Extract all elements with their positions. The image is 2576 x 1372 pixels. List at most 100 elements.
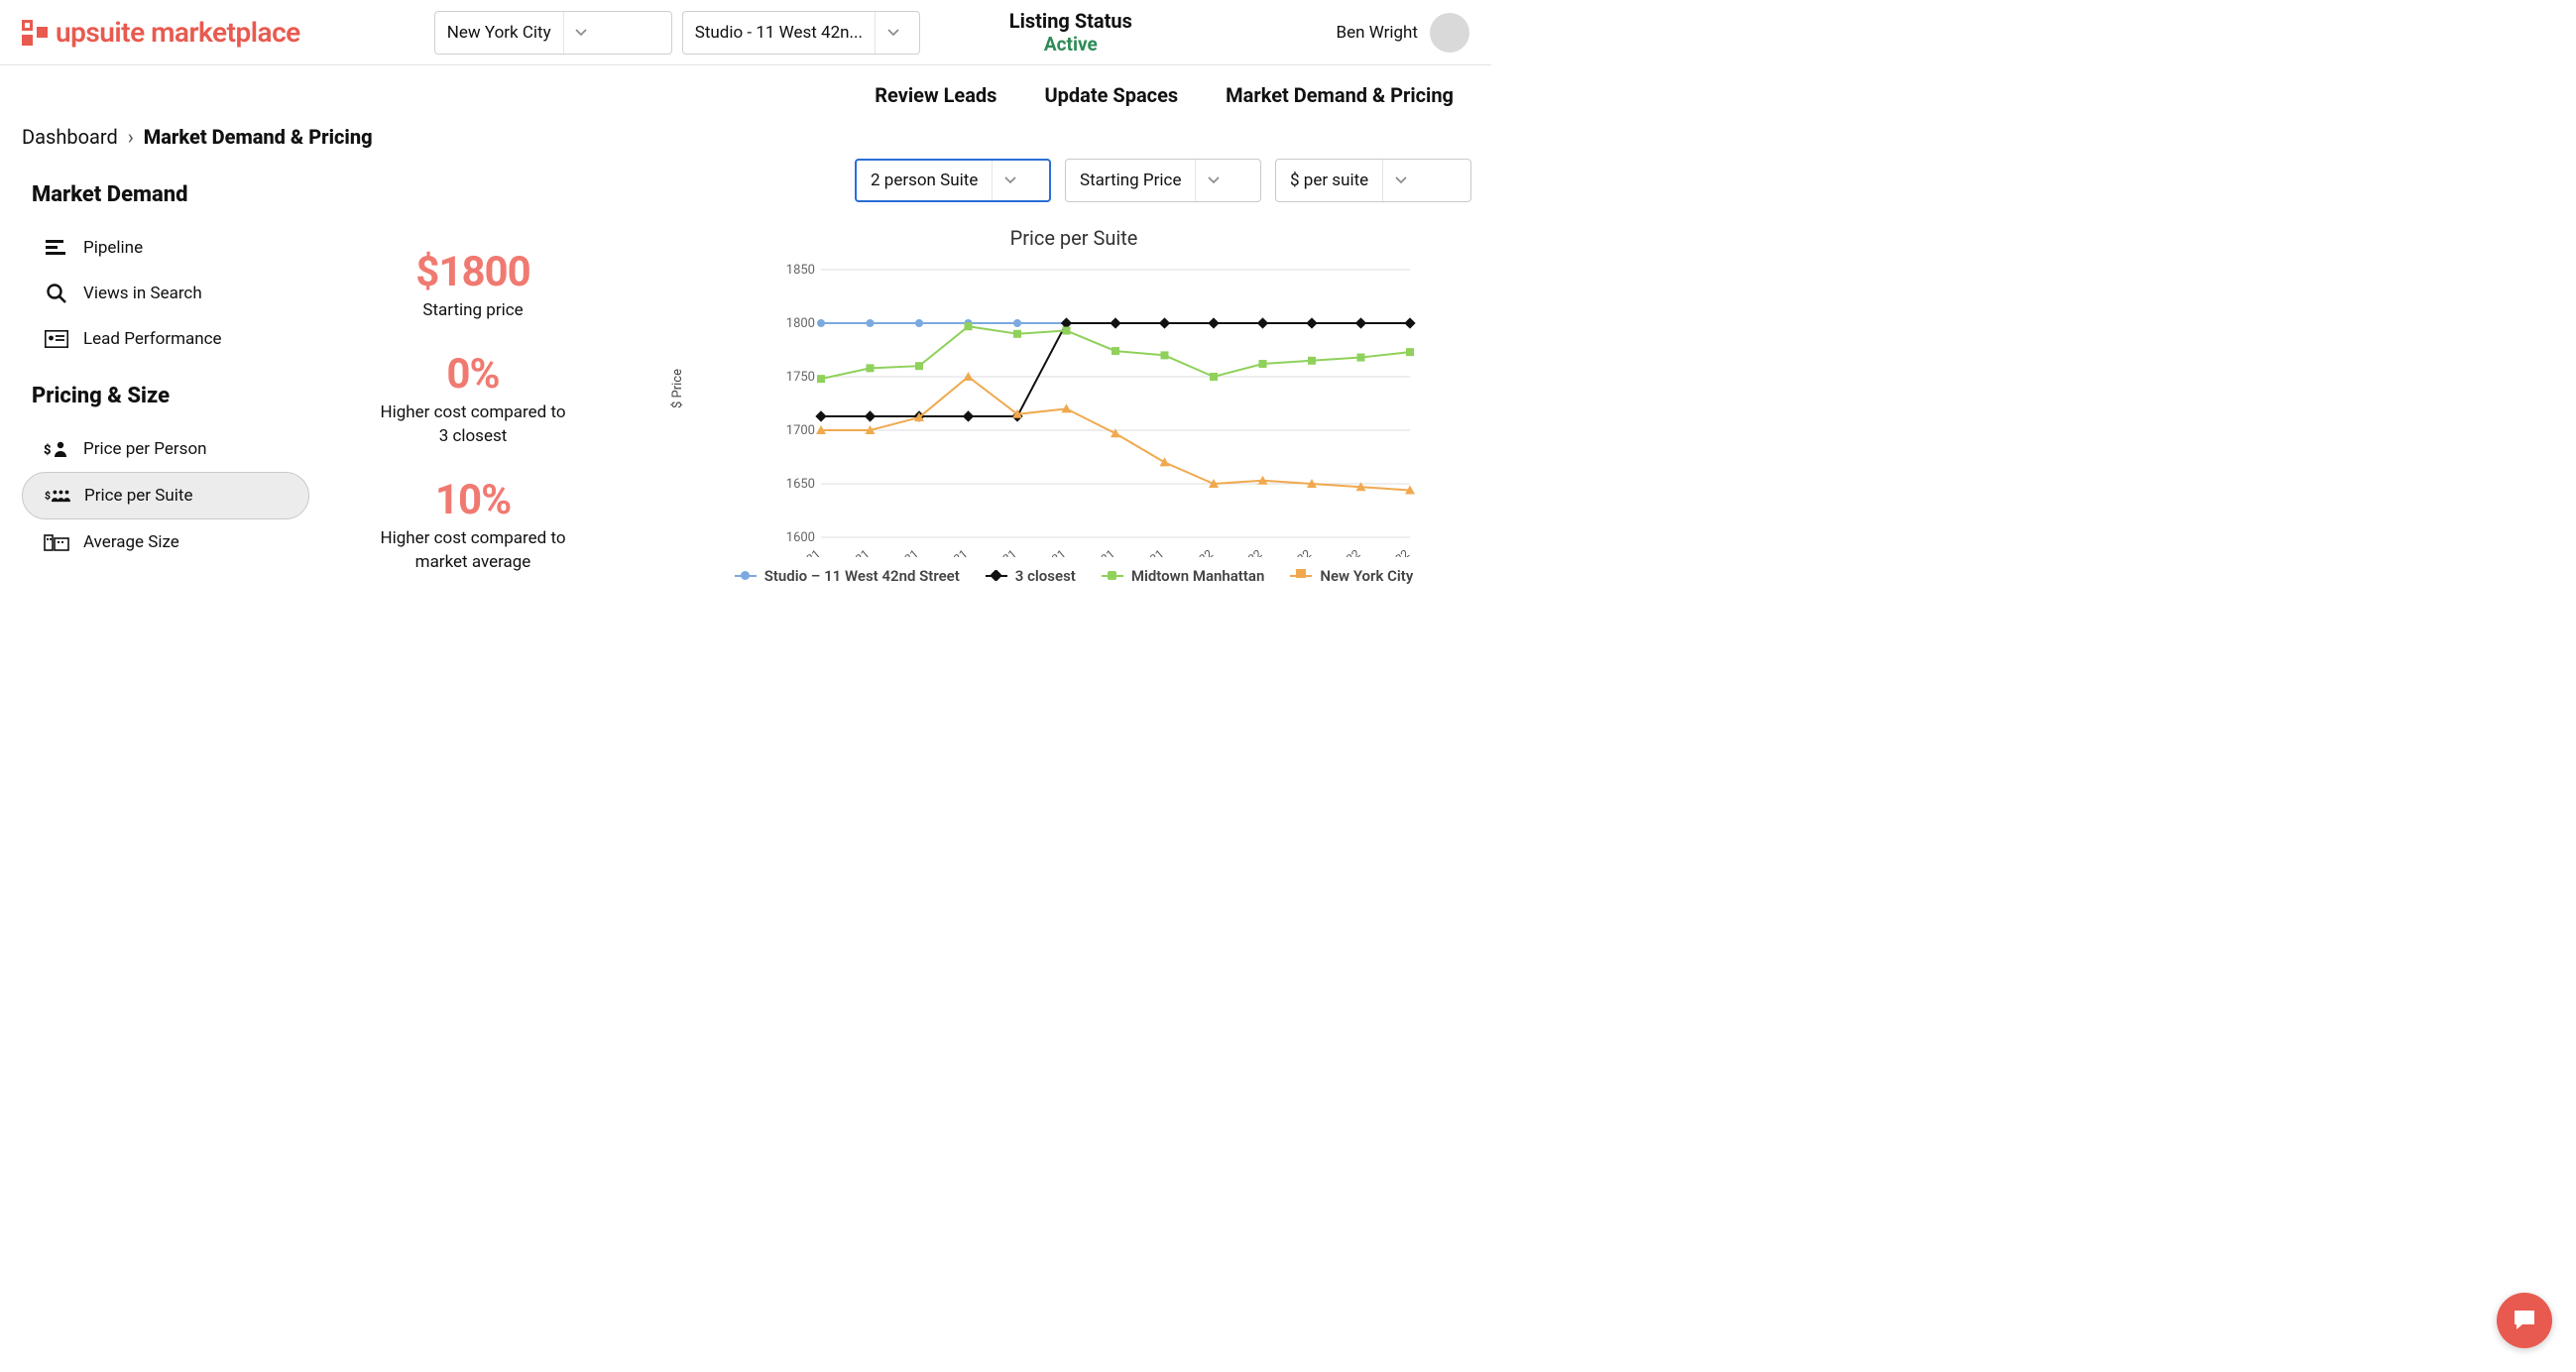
svg-text:Jul. '21: Jul. '21 [883,547,921,557]
metric-sub: Higher cost compared to [309,402,637,422]
tab-update-spaces[interactable]: Update Spaces [1044,83,1178,107]
chart-title: Price per Suite [676,226,1471,250]
card-icon [44,328,69,350]
sidebar-item-average-size[interactable]: Average Size [22,519,309,565]
metric-sub: Higher cost compared to [309,528,637,548]
svg-text:Oct. '21: Oct. '21 [1029,547,1069,557]
studio-select[interactable]: Studio - 11 West 42n... [682,11,920,55]
breadcrumb: Dashboard › Market Demand & Pricing [0,125,1491,149]
suite-select-value: 2 person Suite [857,171,992,190]
svg-text:Jan. '22: Jan. '22 [1175,546,1216,557]
avatar[interactable] [1430,13,1469,53]
metric-sub: 3 closest [309,426,637,446]
tab-market-demand-pricing[interactable]: Market Demand & Pricing [1226,83,1454,107]
sidebar-item-label: Average Size [83,532,179,552]
price-suite-icon: $ [45,485,70,507]
legend-item-midtown[interactable]: Midtown Manhattan [1102,567,1265,585]
svg-text:Feb. '22: Feb. '22 [1225,546,1265,557]
sidebar-item-label: Views in Search [83,284,202,303]
metric-sub: Starting price [309,300,637,320]
svg-text:1650: 1650 [786,477,815,492]
city-select-value: New York City [435,23,563,43]
chat-fab[interactable] [2497,1293,2552,1348]
sidebar-group-market-demand: Market Demand [32,182,309,207]
metrics-panel: $1800 Starting price 0% Higher cost comp… [309,149,637,602]
unit-select-value: $ per suite [1276,171,1382,190]
top-header: upsuite marketplace New York City Studio… [0,0,1491,65]
chart-filters: 2 person Suite Starting Price $ per suit… [676,159,1471,202]
chart-column: 2 person Suite Starting Price $ per suit… [637,149,1491,602]
svg-text:1800: 1800 [786,316,815,331]
price-person-icon: $ [44,438,69,460]
search-icon [44,283,69,304]
chevron-down-icon [1195,160,1230,201]
svg-text:Jun. '21: Jun. '21 [832,547,873,557]
user-block: Ben Wright [1337,13,1470,53]
svg-text:May. '22: May. '22 [1369,546,1412,557]
city-select[interactable]: New York City [434,11,672,55]
sidebar-item-label: Pipeline [83,238,143,258]
metric-value: 0% [309,350,637,399]
price-type-select-value: Starting Price [1066,171,1195,190]
sidebar-item-price-per-suite[interactable]: $ Price per Suite [22,472,309,519]
sidebar-item-lead-performance[interactable]: Lead Performance [22,316,309,362]
sidebar: Market Demand Pipeline Views in Search L… [22,149,309,602]
svg-text:Sep. '21: Sep. '21 [979,547,1019,557]
metric-value: $1800 [309,248,637,296]
chevron-down-icon [1382,160,1418,201]
svg-text:$: $ [44,443,52,458]
nav-tabs: Review Leads Update Spaces Market Demand… [0,65,1491,107]
metric-value: 10% [309,476,637,524]
svg-text:May. '21: May. '21 [780,547,822,557]
chart-area: $ Price 160016501700175018001850May. '21… [740,260,1465,557]
svg-text:1750: 1750 [786,370,815,385]
sidebar-item-views[interactable]: Views in Search [22,271,309,316]
price-type-select[interactable]: Starting Price [1065,159,1261,202]
brand: upsuite marketplace [22,16,300,49]
brand-text: upsuite marketplace [56,16,300,49]
sidebar-item-label: Price per Person [83,439,207,459]
listing-status: Listing Status Active [1009,9,1132,56]
svg-text:1850: 1850 [786,263,815,278]
legend-item-nyc[interactable]: New York City [1290,567,1413,585]
svg-text:Apr. '22: Apr. '22 [1324,546,1363,557]
svg-text:Aug. '21: Aug. '21 [929,547,971,557]
metric-starting-price: $1800 Starting price [309,248,637,320]
legend-item-studio[interactable]: Studio – 11 West 42nd Street [735,567,960,585]
tab-review-leads[interactable]: Review Leads [875,83,996,107]
building-icon [44,531,69,553]
svg-text:1600: 1600 [786,530,815,545]
sidebar-item-label: Lead Performance [83,329,222,349]
chart-legend: Studio – 11 West 42nd Street 3 closest M… [676,567,1471,585]
sidebar-item-pipeline[interactable]: Pipeline [22,225,309,271]
metric-sub: market average [309,552,637,572]
user-name: Ben Wright [1337,23,1419,43]
sidebar-item-label: Price per Suite [84,486,192,506]
breadcrumb-root[interactable]: Dashboard [22,125,118,149]
chart-svg: 1600 1650 1700 1750 1800 1850 May. '21 Jun. '21… [740,260,1465,557]
chevron-down-icon [563,12,599,54]
svg-text:$: $ [45,489,51,502]
suite-select[interactable]: 2 person Suite [855,159,1051,202]
svg-text:Nov. '21: Nov. '21 [1077,547,1117,557]
status-label: Listing Status [1009,9,1132,33]
sidebar-item-price-per-person[interactable]: $ Price per Person [22,426,309,472]
chart-ylabel: $ Price [670,369,685,408]
breadcrumb-current: Market Demand & Pricing [144,125,373,149]
studio-select-value: Studio - 11 West 42n... [683,23,875,43]
header-selects: New York City Studio - 11 West 42n... [434,11,920,55]
svg-text:Mar. '22: Mar. '22 [1273,546,1314,557]
sidebar-group-pricing-size: Pricing & Size [32,384,309,408]
unit-select[interactable]: $ per suite [1275,159,1471,202]
metric-vs-market: 10% Higher cost compared to market avera… [309,476,637,572]
svg-text:1700: 1700 [786,423,815,438]
chevron-down-icon [992,161,1027,200]
status-value: Active [1009,33,1132,56]
legend-item-closest[interactable]: 3 closest [986,567,1076,585]
chat-icon [2511,1307,2538,1334]
metric-vs-closest: 0% Higher cost compared to 3 closest [309,350,637,446]
chevron-right-icon: › [128,125,134,149]
pipeline-icon [44,237,69,259]
chevron-down-icon [875,12,910,54]
brand-logo-icon [22,20,48,46]
